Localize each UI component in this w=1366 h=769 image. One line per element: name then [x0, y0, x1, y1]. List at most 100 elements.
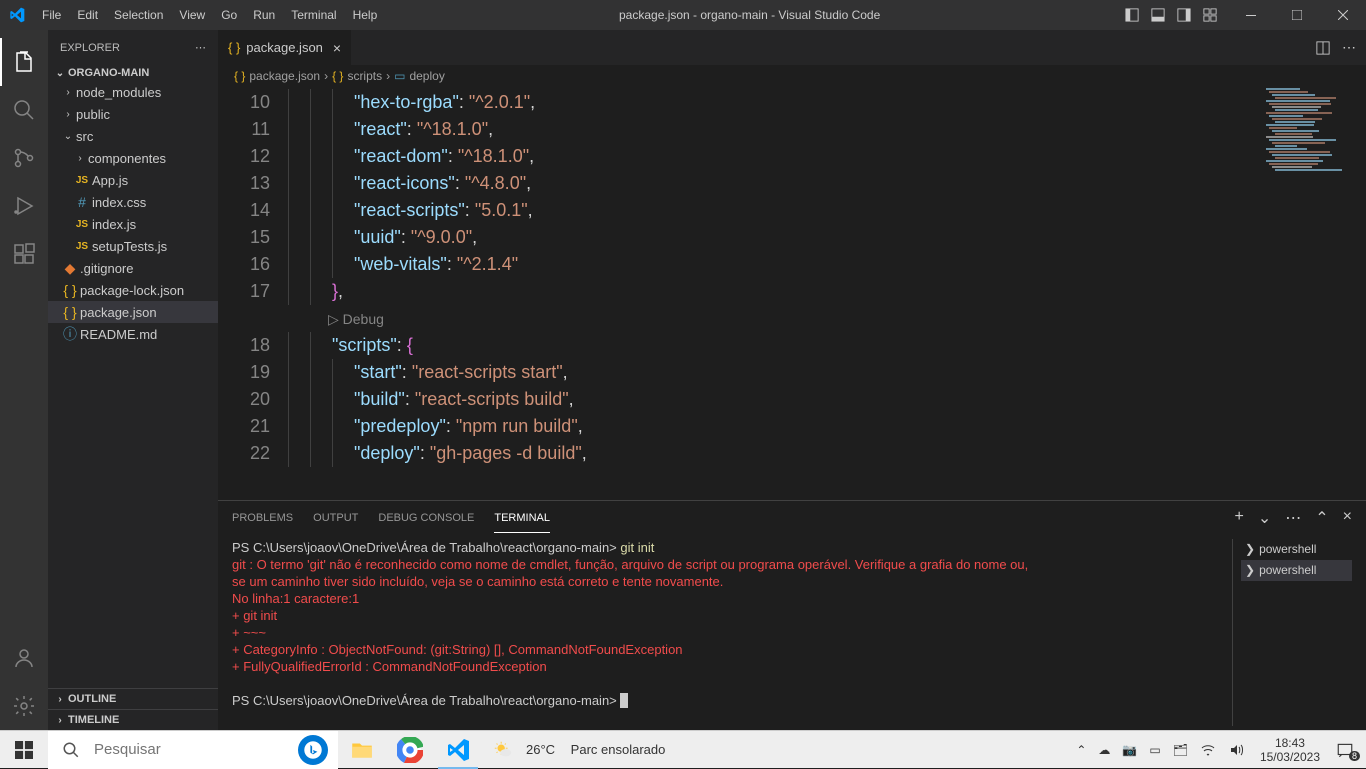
menu-run[interactable]: Run	[245, 0, 283, 30]
json-icon: { }	[60, 282, 80, 298]
chrome-app[interactable]	[386, 731, 434, 769]
more-icon[interactable]: ⋯	[195, 41, 206, 54]
panel-tab-debug-console[interactable]: DEBUG CONSOLE	[378, 504, 474, 532]
layout-icon[interactable]	[1124, 7, 1140, 23]
close-panel-icon[interactable]: ×	[1343, 508, 1352, 528]
panel-tab-problems[interactable]: PROBLEMS	[232, 504, 293, 532]
folder-node_modules[interactable]: ›node_modules	[48, 81, 218, 103]
tray-app-icon[interactable]: ▭	[1145, 743, 1164, 757]
editor-content[interactable]: 10111213141516171819202122 "hex-to-rgba"…	[218, 87, 1366, 500]
file-index-css[interactable]: #index.css	[48, 191, 218, 213]
js-icon: JS	[72, 241, 92, 252]
chevron-icon: ⌄	[60, 131, 76, 142]
maximize-panel-icon[interactable]: ⌃	[1315, 508, 1328, 528]
notifications-icon[interactable]: 8	[1332, 741, 1358, 759]
settings-icon[interactable]	[0, 682, 48, 730]
folder-src[interactable]: ⌄src	[48, 125, 218, 147]
md-icon: ⓘ	[60, 324, 80, 344]
split-editor-icon[interactable]	[1316, 41, 1330, 55]
file-tree: ›node_modules›public⌄src›componentesJSAp…	[48, 81, 218, 688]
layout-icon[interactable]	[1202, 7, 1218, 23]
tab-package-json[interactable]: { } package.json ×	[218, 30, 352, 65]
file-App-js[interactable]: JSApp.js	[48, 169, 218, 191]
accounts-icon[interactable]	[0, 634, 48, 682]
project-root[interactable]: ⌄ ORGANO-MAIN	[48, 65, 218, 81]
terminal-output[interactable]: PS C:\Users\joaov\OneDrive\Área de Traba…	[232, 539, 1232, 726]
terminal-error: + git init	[232, 607, 1232, 624]
search-icon	[62, 741, 80, 759]
run-debug-icon[interactable]	[0, 182, 48, 230]
menu-selection[interactable]: Selection	[106, 0, 171, 30]
menu-view[interactable]: View	[171, 0, 213, 30]
explorer-icon[interactable]	[0, 38, 48, 86]
search-input[interactable]	[94, 741, 324, 758]
clock[interactable]: 18:43 15/03/2023	[1252, 736, 1328, 764]
file--gitignore[interactable]: ◆.gitignore	[48, 257, 218, 279]
terminal-error: git : O termo 'git' não é reconhecido co…	[232, 556, 1232, 573]
minimap[interactable]	[1262, 87, 1352, 187]
taskbar-search[interactable]	[48, 731, 338, 769]
json-icon: { }	[332, 69, 343, 83]
file-setupTests-js[interactable]: JSsetupTests.js	[48, 235, 218, 257]
maximize-button[interactable]	[1274, 0, 1320, 30]
new-terminal-icon[interactable]: +	[1235, 508, 1244, 528]
more-icon[interactable]: ⋯	[1285, 508, 1301, 528]
layout-controls	[1114, 7, 1228, 23]
timeline-label: TIMELINE	[68, 714, 119, 726]
terminal-cmd: git init	[620, 540, 654, 555]
close-button[interactable]	[1320, 0, 1366, 30]
volume-icon[interactable]	[1224, 742, 1248, 758]
panel-tab-output[interactable]: OUTPUT	[313, 504, 358, 532]
debug-codelens[interactable]: ▷ Debug	[288, 311, 384, 327]
chevron-down-icon[interactable]: ⌄	[1258, 508, 1271, 528]
breadcrumb-item[interactable]: scripts	[347, 69, 382, 83]
tab-label: package.json	[246, 40, 323, 55]
breadcrumbs[interactable]: { } package.json › { } scripts › ▭ deplo…	[218, 65, 1366, 87]
more-icon[interactable]: ⋯	[1342, 39, 1356, 56]
terminal-error: + ~~~	[232, 624, 1232, 641]
search-icon[interactable]	[0, 86, 48, 134]
windows-taskbar: 26°C Parc ensolarado ⌃ ☁ 📷 ▭ 🗂 18:43 15/…	[0, 730, 1366, 768]
sun-icon	[492, 739, 514, 761]
timeline-section[interactable]: › TIMELINE	[48, 709, 218, 730]
menu-help[interactable]: Help	[345, 0, 386, 30]
chevron-up-icon[interactable]: ⌃	[1072, 743, 1090, 757]
terminal[interactable]: PS C:\Users\joaov\OneDrive\Área de Traba…	[218, 535, 1366, 730]
onedrive-icon[interactable]: ☁	[1094, 743, 1114, 757]
file-index-js[interactable]: JSindex.js	[48, 213, 218, 235]
sidebar-header: EXPLORER ⋯	[48, 30, 218, 65]
folder-componentes[interactable]: ›componentes	[48, 147, 218, 169]
start-button[interactable]	[0, 731, 48, 769]
vscode-app[interactable]	[434, 731, 482, 769]
file-README-md[interactable]: ⓘREADME.md	[48, 323, 218, 345]
editor-area: { } package.json × ⋯ { } package.json › …	[218, 30, 1366, 730]
outline-section[interactable]: › OUTLINE	[48, 688, 218, 709]
panel-tab-terminal[interactable]: TERMINAL	[494, 504, 550, 533]
extensions-icon[interactable]	[0, 230, 48, 278]
source-control-icon[interactable]	[0, 134, 48, 182]
json-icon: { }	[60, 304, 80, 320]
css-icon: #	[72, 194, 92, 210]
wifi-icon[interactable]	[1196, 742, 1220, 758]
code-area[interactable]: "hex-to-rgba": "^2.0.1","react": "^18.1.…	[288, 87, 1366, 500]
menu-terminal[interactable]: Terminal	[283, 0, 344, 30]
terminal-instance[interactable]: ❯powershell	[1241, 560, 1352, 581]
layout-icon[interactable]	[1150, 7, 1166, 23]
breadcrumb-item[interactable]: deploy	[409, 69, 444, 83]
menu-file[interactable]: File	[34, 0, 69, 30]
breadcrumb-item[interactable]: package.json	[249, 69, 320, 83]
menu-go[interactable]: Go	[213, 0, 245, 30]
weather-widget[interactable]: 26°C Parc ensolarado	[482, 739, 675, 761]
close-icon[interactable]: ×	[333, 40, 341, 56]
minimize-button[interactable]	[1228, 0, 1274, 30]
layout-icon[interactable]	[1176, 7, 1192, 23]
file-package-lock-json[interactable]: { }package-lock.json	[48, 279, 218, 301]
file-package-json[interactable]: { }package.json	[48, 301, 218, 323]
battery-icon[interactable]: 🗂	[1169, 743, 1192, 757]
terminal-instance[interactable]: ❯powershell	[1241, 539, 1352, 560]
folder-public[interactable]: ›public	[48, 103, 218, 125]
meet-now-icon[interactable]: 📷	[1118, 743, 1141, 757]
menu-edit[interactable]: Edit	[69, 0, 106, 30]
file-explorer-app[interactable]	[338, 731, 386, 769]
bing-icon[interactable]	[298, 735, 328, 765]
